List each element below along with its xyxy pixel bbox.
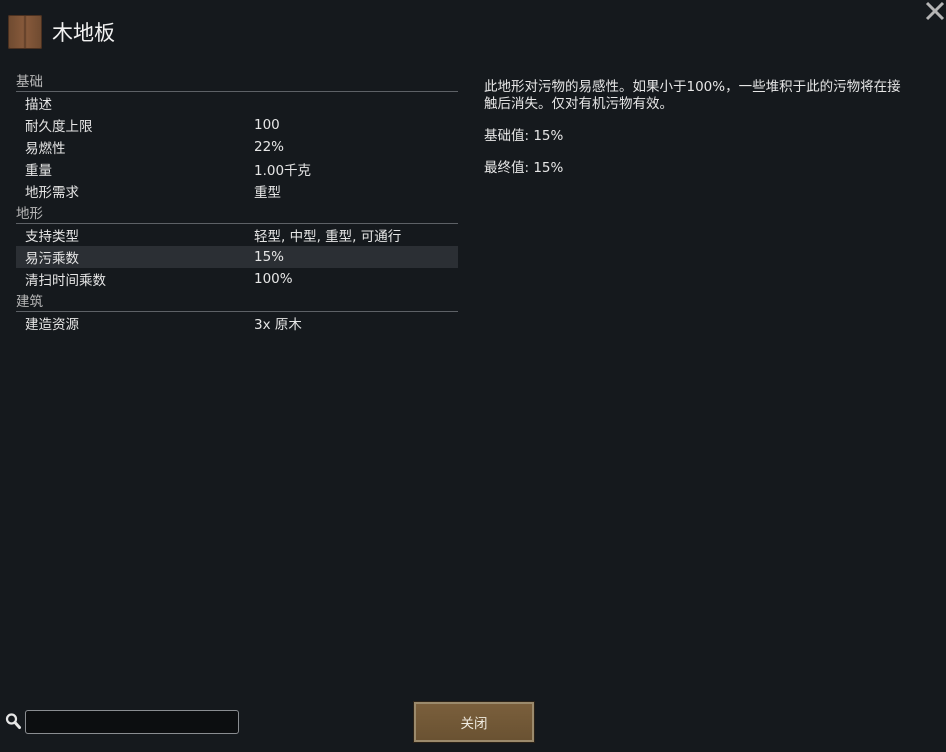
search-input[interactable]: [25, 710, 239, 734]
window-title: 木地板: [52, 21, 115, 45]
stat-row-supports[interactable]: 支持类型 轻型, 中型, 重型, 可通行: [16, 224, 458, 246]
stats-panel: 基础 描述 耐久度上限 100 易燃性 22% 重量 1.00千克 地形需求 重…: [16, 70, 458, 334]
search-icon: [5, 712, 21, 730]
wood-floor-icon: [8, 15, 42, 49]
category-header-basic: 基础: [16, 72, 458, 92]
stat-value: 100%: [254, 271, 293, 287]
stat-label: 易燃性: [25, 141, 66, 157]
stat-label: 清扫时间乘数: [25, 273, 106, 289]
stat-row-filth-multiplier[interactable]: 易污乘数 15%: [16, 246, 458, 268]
stat-value: 3x 原木: [254, 317, 302, 333]
stat-description-panel: 此地形对污物的易感性。如果小于100%，一些堆积于此的污物将在接触后消失。仅对有…: [484, 79, 914, 192]
stat-label: 耐久度上限: [25, 119, 93, 135]
stat-row-mass[interactable]: 重量 1.00千克: [16, 158, 458, 180]
stat-value: 1.00千克: [254, 163, 312, 179]
stat-label: 易污乘数: [25, 251, 79, 267]
close-icon[interactable]: [924, 0, 946, 22]
stat-row-cost-list[interactable]: 建造资源 3x 原木: [16, 312, 458, 334]
description-text: 此地形对污物的易感性。如果小于100%，一些堆积于此的污物将在接触后消失。仅对有…: [484, 79, 901, 112]
stat-label: 重量: [25, 163, 52, 179]
stat-value: 100: [254, 117, 280, 133]
stat-value: 15%: [254, 249, 285, 265]
stat-row-max-hit-points[interactable]: 耐久度上限 100: [16, 114, 458, 136]
stat-value: 22%: [254, 139, 285, 155]
stat-row-terrain-affordance[interactable]: 地形需求 重型: [16, 180, 458, 202]
stat-label: 支持类型: [25, 229, 79, 245]
stat-label: 地形需求: [25, 185, 79, 201]
base-value-text: 基础值: 15%: [484, 128, 564, 144]
stat-row-cleaning-time[interactable]: 清扫时间乘数 100%: [16, 268, 458, 290]
info-window: 木地板 基础 描述 耐久度上限 100 易燃性 22% 重量 1.00千克 地形…: [0, 0, 946, 752]
stat-row-description[interactable]: 描述: [16, 92, 458, 114]
stat-label: 建造资源: [25, 317, 79, 333]
window-header: 木地板: [8, 13, 115, 51]
stat-value: 重型: [254, 185, 281, 201]
stat-label: 描述: [25, 97, 52, 113]
stat-value: 轻型, 中型, 重型, 可通行: [254, 229, 402, 245]
close-button[interactable]: 关闭: [413, 701, 535, 743]
stat-row-flammability[interactable]: 易燃性 22%: [16, 136, 458, 158]
category-header-terrain: 地形: [16, 204, 458, 224]
category-header-building: 建筑: [16, 292, 458, 312]
final-value-text: 最终值: 15%: [484, 160, 564, 176]
